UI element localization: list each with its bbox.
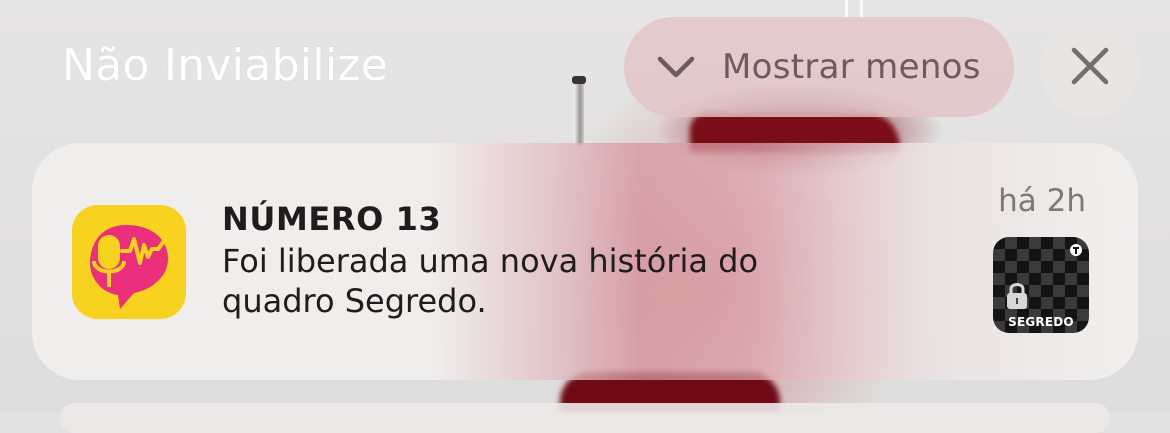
chevron-down-icon bbox=[654, 45, 698, 89]
lock-icon bbox=[1007, 283, 1027, 309]
notification-timestamp: há 2h bbox=[998, 183, 1086, 219]
wallpaper-shape bbox=[572, 76, 586, 84]
thumbnail-label: SEGREDO bbox=[1008, 315, 1074, 329]
podcast-microphone-icon bbox=[72, 205, 186, 319]
show-less-label: Mostrar menos bbox=[722, 47, 981, 87]
clear-group-button[interactable] bbox=[1040, 18, 1140, 118]
notification-group-title: Não Inviabilize bbox=[62, 40, 389, 91]
close-icon bbox=[1070, 46, 1110, 90]
notification-body: Foi liberada uma nova história do quadro… bbox=[222, 241, 842, 321]
stacked-notification-card[interactable] bbox=[60, 403, 1110, 433]
wallpaper-shape bbox=[574, 78, 584, 146]
wallpaper-shape bbox=[845, 0, 863, 18]
logo-icon bbox=[1070, 244, 1082, 256]
notification-thumbnail: SEGREDO bbox=[993, 237, 1089, 333]
show-less-button[interactable]: Mostrar menos bbox=[624, 17, 1014, 117]
notification-body-line: quadro Segredo. bbox=[222, 282, 487, 320]
notification-body-line: Foi liberada uma nova história do bbox=[222, 242, 759, 280]
notification-card[interactable]: NÚMERO 13 Foi liberada uma nova história… bbox=[32, 143, 1138, 380]
notification-app-name: NÚMERO 13 bbox=[222, 200, 442, 238]
